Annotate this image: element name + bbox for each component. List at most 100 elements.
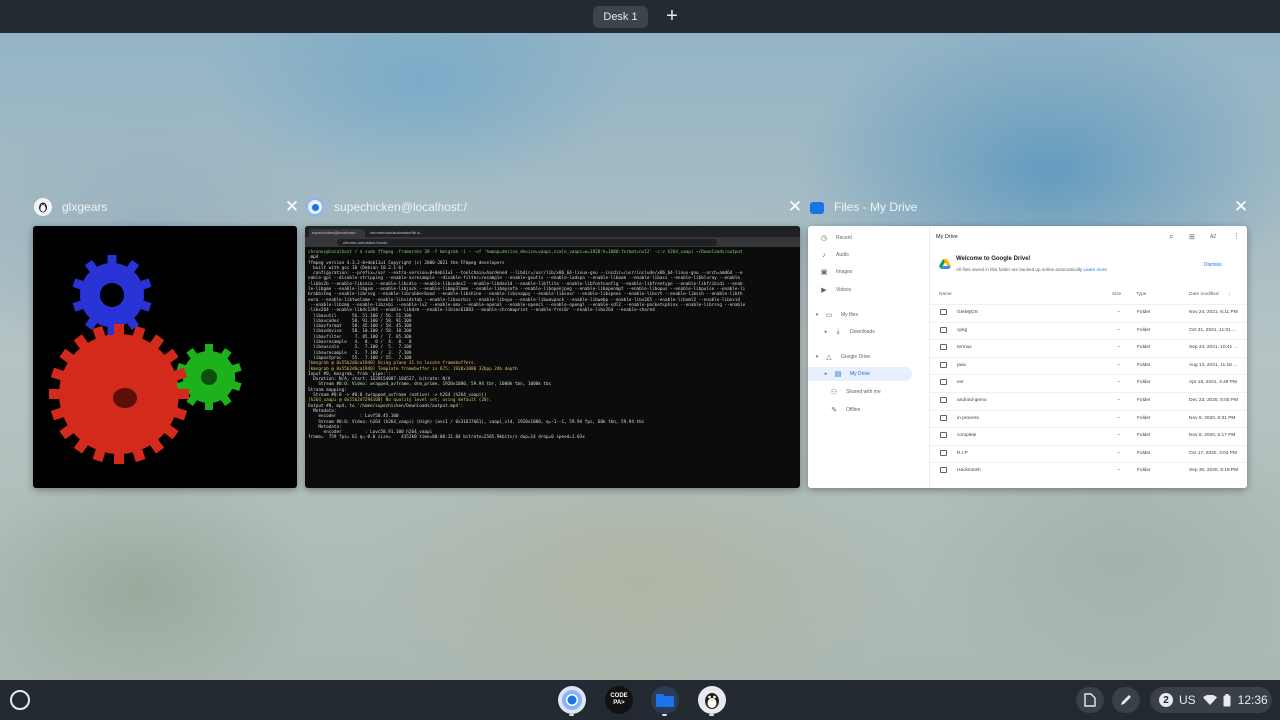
file-row[interactable]: pwa -- Folder Aug 13, 2021, 11:18 ... <box>930 356 1247 374</box>
running-indicator <box>662 714 667 716</box>
close-window-button[interactable]: ✕ <box>787 198 803 215</box>
file-row[interactable]: android-qemu -- Folder Dec 23, 2020, 5:05 P… <box>930 392 1247 409</box>
holding-space-button[interactable] <box>1076 687 1104 713</box>
file-date: Sep 30, 2020, 9:19 PM <box>1189 468 1239 474</box>
desks-bar: Desk 1 + <box>0 0 1280 33</box>
code-pax-app-icon[interactable]: CODE PA> <box>605 686 633 714</box>
file-date: Oct 17, 2020, 3:03 PM <box>1189 450 1237 456</box>
banner-text: All files saved in this folder are backe… <box>956 267 1107 272</box>
terminal-line: nable-gpl --disable-stripping --enable-a… <box>308 276 741 282</box>
glxgears-preview[interactable] <box>33 226 297 488</box>
terminal-line: frame= 759 fps= 61 q=-0.0 size= 4352kB t… <box>308 435 585 441</box>
file-size: -- <box>1117 433 1121 439</box>
file-name: in process <box>957 415 979 421</box>
files-icon <box>810 201 824 214</box>
more-options-icon[interactable]: ⋮ <box>1233 232 1240 240</box>
stylus-tools-button[interactable] <box>1112 687 1140 713</box>
browser-tab[interactable]: supechicken@localhost:/ <box>309 229 365 237</box>
file-size: -- <box>1117 345 1121 351</box>
nav-downloads[interactable]: ▸ ⤓ Downloads <box>808 325 912 339</box>
search-icon[interactable]: ⌕ <box>1169 232 1173 242</box>
green-gear-tooth <box>205 344 213 353</box>
running-indicator <box>569 714 574 716</box>
folder-icon <box>940 432 947 439</box>
file-date: Nov 8, 2020, 6:31 PM <box>1189 415 1236 421</box>
nav-offline[interactable]: ✎ Offline <box>808 403 912 417</box>
file-type: Folder <box>1137 415 1151 421</box>
chrome-app-icon[interactable] <box>558 686 586 714</box>
file-row[interactable]: GetMyDS -- Folder Nov 24, 2021, 6:11 PM <box>930 304 1247 321</box>
nav-images[interactable]: ▣ Images <box>808 265 912 279</box>
desk-1-button[interactable]: Desk 1 <box>593 6 648 28</box>
terminal-preview[interactable]: supechicken@localhost:/ chromebook/autom… <box>305 226 800 488</box>
grid-view-icon[interactable]: ⊞ <box>1189 233 1195 241</box>
breadcrumb[interactable]: My Drive <box>936 234 958 240</box>
penguin-icon <box>705 693 719 709</box>
google-drive-icon <box>939 259 951 269</box>
image-icon: ▣ <box>820 269 828 276</box>
files-preview[interactable]: ◷ Recent ♪ Audio ▣ Images ▶ Videos ▾ ▭ My file… <box>808 226 1247 488</box>
nav-my-files[interactable]: ▾ ▭ My files <box>808 308 912 322</box>
file-row[interactable]: cpkg -- Folder Oct 31, 2021, 11:01 ... <box>930 321 1247 339</box>
people-icon: ⚇ <box>830 389 838 396</box>
file-name: Hackintosh <box>957 468 981 474</box>
file-date: Nov 24, 2021, 6:11 PM <box>1189 310 1238 315</box>
download-icon: ⤓ <box>836 328 840 335</box>
nav-audio[interactable]: ♪ Audio <box>808 248 912 262</box>
window-header-terminal[interactable]: supechicken@localhost:/ <box>306 196 786 218</box>
browser-tab[interactable]: chromebook/automake/lib ui... <box>367 229 423 237</box>
launcher-button[interactable] <box>10 690 30 710</box>
file-size: -- <box>1117 362 1121 368</box>
learn-more-link[interactable]: Learn more <box>1083 267 1107 272</box>
file-row[interactable]: ext -- Folder Apr 16, 2021, 4:49 PM <box>930 374 1247 391</box>
dismiss-button[interactable]: Dismiss <box>1204 262 1222 268</box>
file-name: android-qemu <box>957 398 987 403</box>
nav-recent[interactable]: ◷ Recent <box>808 231 912 245</box>
file-size: -- <box>1117 380 1121 386</box>
green-gear-tooth <box>205 401 213 410</box>
column-size[interactable]: Size <box>1112 292 1121 297</box>
column-date[interactable]: Date modified <box>1189 292 1219 297</box>
column-name[interactable]: Name <box>939 292 952 297</box>
window-header-glxgears[interactable]: glxgears <box>34 196 294 218</box>
chrome-icon <box>306 198 324 216</box>
notification-count-badge: 2 <box>1159 693 1173 707</box>
chevron-right-icon: ▸ <box>824 329 828 335</box>
file-date: Sep 24, 2021, 10:41 ... <box>1189 345 1238 351</box>
status-area[interactable]: 2 US 12:36 <box>1150 687 1272 713</box>
wifi-icon <box>1202 694 1217 705</box>
folder-icon <box>940 309 947 315</box>
pin-icon: ✎ <box>831 407 837 414</box>
file-type: Folder <box>1137 468 1151 474</box>
folder-icon <box>940 344 947 351</box>
file-row[interactable]: in process -- Folder Nov 8, 2020, 6:31 PM <box>930 409 1247 427</box>
chrome-icon <box>562 690 582 710</box>
folder-icon <box>940 361 947 368</box>
url-field[interactable]: chrome-untrusted://crosh <box>337 238 717 246</box>
red-gear-tooth <box>177 389 189 399</box>
sort-button[interactable]: AZ <box>1210 234 1216 240</box>
files-app-icon[interactable] <box>651 686 679 714</box>
nav-google-drive[interactable]: ▾ △ Google Drive <box>808 350 912 364</box>
file-name: termux <box>957 345 972 351</box>
folder-icon <box>940 414 947 421</box>
nav-my-drive[interactable]: ▸ ▤ My Drive <box>808 367 912 381</box>
file-row[interactable]: R.I.P -- Folder Oct 17, 2020, 3:03 PM <box>930 444 1247 462</box>
file-row[interactable]: termux -- Folder Sep 24, 2021, 10:41 ... <box>930 339 1247 356</box>
terminal-line: chronos@localhost / $ sudo ffmpeg -frame… <box>308 250 743 255</box>
file-name: ext <box>957 380 964 386</box>
close-window-button[interactable]: ✕ <box>284 198 300 215</box>
file-row[interactable]: Hackintosh -- Folder Sep 30, 2020, 9:19 PM <box>930 462 1247 479</box>
blue-gear-tooth <box>107 255 117 265</box>
running-indicator <box>709 714 714 716</box>
window-header-files[interactable]: Files - My Drive <box>810 196 1230 218</box>
file-name: pwa <box>957 362 966 368</box>
linux-app-icon[interactable] <box>698 686 726 714</box>
nav-shared-with-me[interactable]: ⚇ Shared with me <box>808 385 912 399</box>
close-window-button[interactable]: ✕ <box>1233 198 1249 215</box>
new-desk-button[interactable]: + <box>661 5 683 27</box>
nav-videos[interactable]: ▶ Videos <box>808 283 912 297</box>
chevron-down-icon: ▾ <box>815 354 819 360</box>
column-type[interactable]: Type <box>1136 292 1146 297</box>
file-row[interactable]: complete -- Folder Nov 8, 2020, 6:17 PM <box>930 427 1247 444</box>
